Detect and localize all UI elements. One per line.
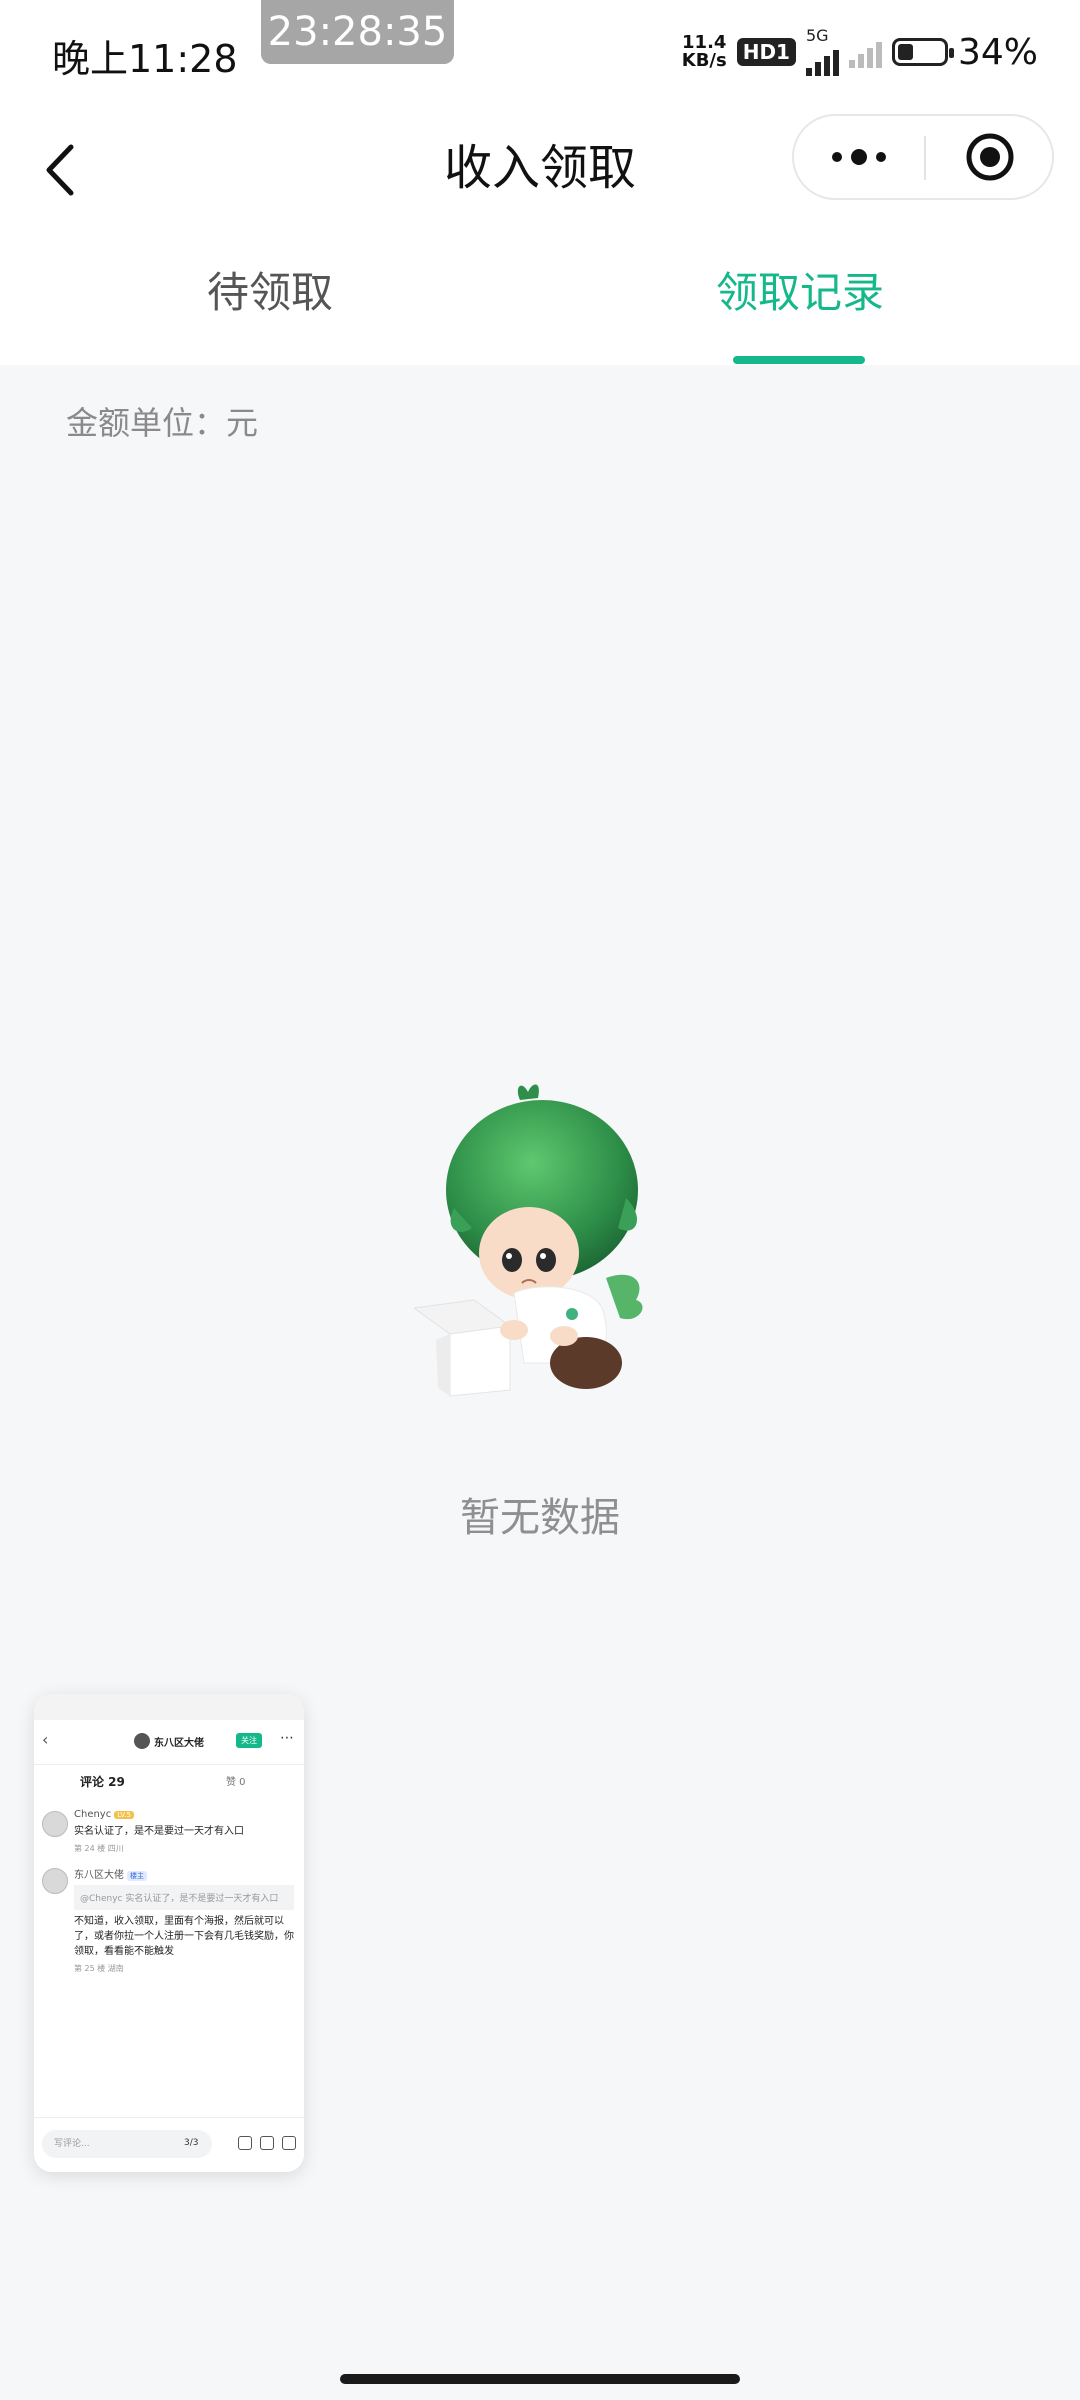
avatar [134, 1733, 150, 1749]
comment-meta: 第 24 楼 四川 [74, 1844, 124, 1853]
network-label: 5G [805, 26, 829, 45]
tab-bar: 待领取 领取记录 [0, 235, 1080, 365]
active-tab-indicator [733, 356, 865, 364]
user-badge: LV.5 [114, 1811, 134, 1819]
close-button[interactable] [926, 116, 1054, 198]
avatar [42, 1811, 68, 1837]
tab-records[interactable]: 领取记录 [530, 259, 1070, 320]
net-speed: 11.4 KB/s [682, 34, 727, 70]
tab-pending[interactable]: 待领取 [0, 259, 540, 320]
comment-user: 东八区大佬 楼主 [74, 1866, 294, 1881]
green-hair-mascot-box-illustration [414, 1084, 643, 1397]
battery-fill [897, 44, 913, 60]
comments-count: 评论 29 [80, 1775, 125, 1789]
comment-meta: 第 25 楼 湖南 [74, 1964, 124, 1973]
page-indicator: 3/3 [184, 2138, 199, 2148]
chevron-left-icon: ‹ [42, 1730, 49, 1749]
thumbnail-action-icons [238, 2136, 296, 2150]
comment-text: 实名认证了，是不是要过一天才有入口 [74, 1826, 244, 1837]
comment-user: Chenyc LV.5 [74, 1809, 294, 1820]
thumbnail-username: 东八区大佬 [154, 1738, 204, 1749]
comment-text: 不知道，收入领取，里面有个海报，然后就可以了，或者你拉一个人注册一下会有几毛钱奖… [74, 1916, 294, 1957]
target-circle-icon [966, 133, 1014, 181]
list-item: 东八区大佬 楼主 @Chenyc 实名认证了，是不是要过一天才有入口 不知道，收入… [34, 1858, 304, 1978]
more-button[interactable] [794, 116, 924, 198]
status-indicators: 11.4 KB/s HD1 5G 34% [682, 26, 1038, 76]
like-icon [260, 2136, 274, 2150]
empty-state-text: 暂无数据 [460, 1495, 620, 1541]
home-indicator[interactable] [340, 2374, 740, 2384]
more-dots-icon [832, 149, 886, 165]
thumbnail-input-bar: 写评论... 3/3 [34, 2117, 304, 2172]
thumbnail-statusbar [34, 1694, 304, 1720]
status-bar: 晚上11:28 23:28:35 11.4 KB/s HD1 5G 34% [0, 0, 1080, 110]
comment-quote: @Chenyc 实名认证了，是不是要过一天才有入口 [74, 1885, 294, 1910]
signal-5g: 5G [805, 26, 839, 76]
signal-bars-empty-icon [848, 36, 882, 68]
user-badge: 楼主 [127, 1871, 147, 1881]
amount-unit-label: 金额单位：元 [66, 404, 259, 442]
more-dots-icon: ⋯ [280, 1730, 294, 1746]
status-time: 晚上11:28 [52, 37, 238, 81]
miniprogram-capsule [792, 114, 1054, 200]
avatar [42, 1868, 68, 1894]
floating-screenshot-thumbnail[interactable]: ‹ 东八区大佬 关注 ⋯ 评论 29 赞 0 Chenyc LV.5 实名认证了，… [34, 1694, 304, 2172]
thumbnail-follow-button: 关注 [236, 1733, 262, 1748]
likes-count: 赞 0 [226, 1777, 246, 1788]
thumbnail-nav: ‹ 东八区大佬 关注 ⋯ [34, 1720, 304, 1765]
clock-overlay: 23:28:35 [261, 0, 454, 64]
signal-bars-icon [805, 44, 839, 76]
comment-icon [238, 2136, 252, 2150]
battery-icon [891, 38, 954, 66]
battery-percent: 34% [957, 31, 1038, 73]
net-speed-unit: KB/s [681, 50, 727, 71]
hd-badge: HD1 [736, 38, 796, 66]
list-item: Chenyc LV.5 实名认证了，是不是要过一天才有入口 第 24 楼 四川 [34, 1801, 304, 1858]
thumbnail-comments-header: 评论 29 赞 0 [34, 1765, 304, 1801]
share-icon [282, 2136, 296, 2150]
nav-bar: 收入领取 [0, 110, 1080, 235]
